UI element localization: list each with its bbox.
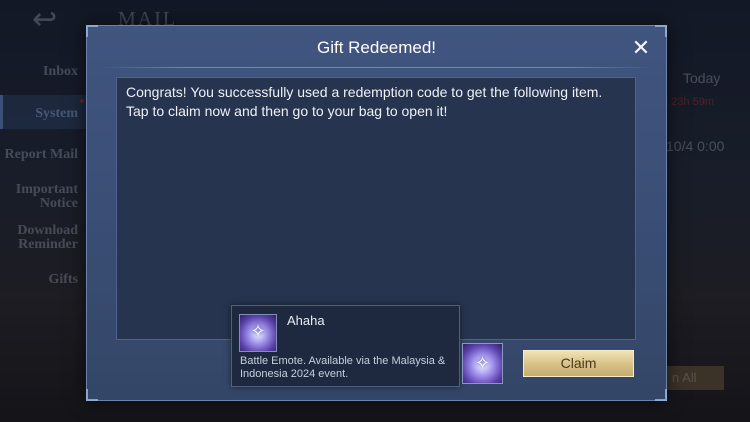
emote-icon[interactable]: ✧ xyxy=(462,343,503,384)
item-description: Battle Emote. Available via the Malaysia… xyxy=(240,355,446,380)
title-divider xyxy=(101,67,652,68)
dialog-title: Gift Redeemed! xyxy=(316,38,437,57)
corner-ornament xyxy=(86,25,98,37)
message-text: Congrats! You successfully used a redemp… xyxy=(126,84,603,119)
corner-ornament xyxy=(86,389,98,401)
item-name: Ahaha xyxy=(287,313,325,328)
message-box: Congrats! You successfully used a redemp… xyxy=(116,77,636,340)
corner-ornament xyxy=(655,389,667,401)
claim-button[interactable]: Claim xyxy=(523,350,634,377)
corner-ornament xyxy=(655,25,667,37)
close-icon[interactable]: ✕ xyxy=(630,37,652,59)
item-tooltip: ✧ Ahaha Battle Emote. Available via the … xyxy=(231,305,460,387)
emote-icon: ✧ xyxy=(239,314,277,352)
